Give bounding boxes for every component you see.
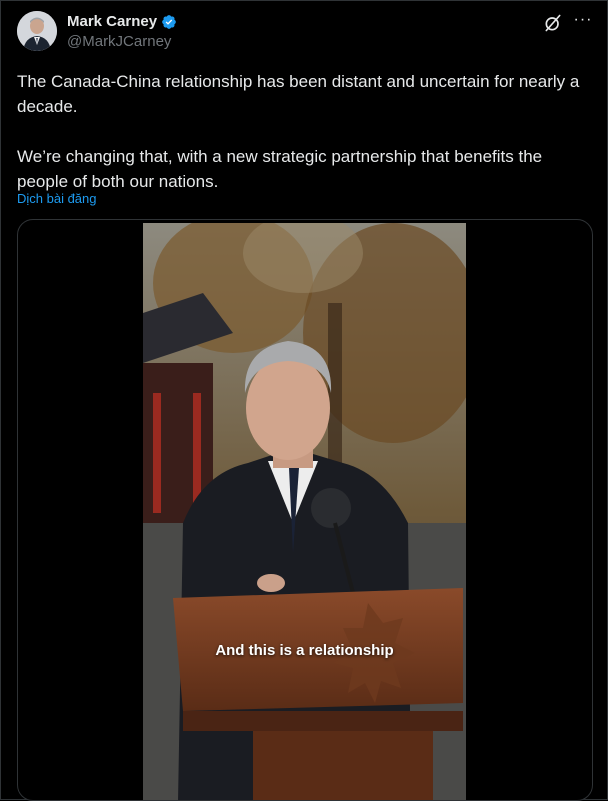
author-handle[interactable]: @MarkJCarney [67, 33, 171, 50]
tweet-paragraph: We’re changing that, with a new strategi… [17, 147, 543, 191]
more-icon[interactable]: ··· [573, 12, 593, 31]
video-frame [143, 223, 466, 800]
tweet-header: Mark Carney @MarkJCarney ··· [17, 11, 593, 55]
author-name[interactable]: Mark Carney [67, 13, 157, 30]
avatar[interactable] [17, 11, 57, 51]
video-player[interactable]: And this is a relationship [143, 223, 466, 800]
tweet-card: Mark Carney @MarkJCarney ··· The Canada-… [0, 0, 608, 801]
tweet-paragraph: The Canada-China relationship has been d… [17, 72, 580, 116]
grok-icon[interactable] [543, 13, 563, 33]
translate-link[interactable]: Dịch bài đăng [17, 191, 97, 206]
verified-badge-icon [162, 14, 176, 29]
avatar-image [17, 11, 57, 51]
tweet-text: The Canada-China relationship has been d… [17, 69, 593, 194]
author-name-row[interactable]: Mark Carney [67, 13, 177, 30]
video-caption: And this is a relationship [215, 642, 394, 659]
media-container[interactable]: And this is a relationship [17, 219, 593, 801]
